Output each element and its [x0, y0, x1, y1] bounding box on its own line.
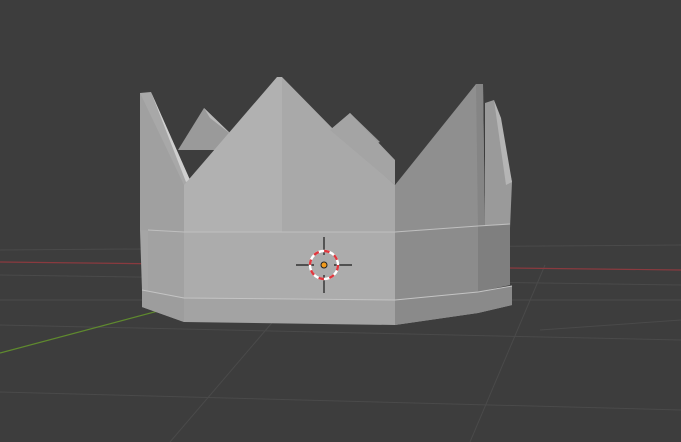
- 3d-viewport[interactable]: [0, 0, 681, 442]
- viewport-canvas[interactable]: [0, 0, 681, 442]
- crown-band-right: [395, 226, 478, 300]
- crown-band-far-right: [478, 224, 510, 292]
- crown-mesh[interactable]: [140, 77, 513, 325]
- crown-spike-right: [395, 84, 485, 232]
- crown-spike-center: [184, 77, 282, 232]
- crown-band-left: [148, 230, 184, 298]
- object-origin-icon: [320, 261, 328, 269]
- crown-band-center: [184, 232, 395, 300]
